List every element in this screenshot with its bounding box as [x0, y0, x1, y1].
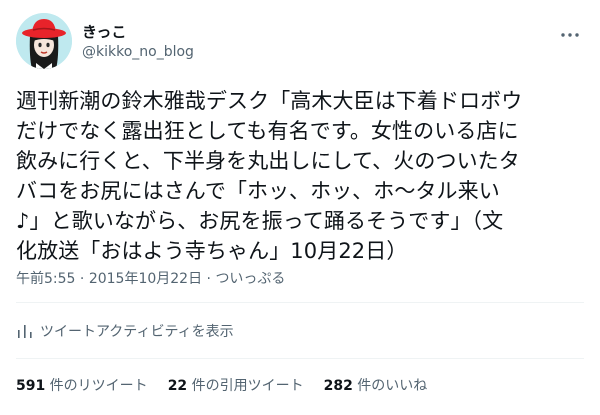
quotes-label: 件の引用ツイート	[187, 378, 304, 394]
activity-label: ツイートアクティビティを表示	[40, 324, 234, 340]
likes-label: 件のいいね	[352, 378, 428, 394]
meta-separator: ·	[202, 271, 216, 287]
avatar[interactable]	[16, 13, 72, 69]
tweet-text: 週刊新潮の鈴木雅哉デスク「高木大臣は下着ドロボウ だけでなく露出狂としても有名で…	[16, 89, 523, 263]
retweets-count: 591	[16, 378, 46, 394]
tweet-time[interactable]: 午前5:55	[16, 271, 75, 287]
user-names: きっこ @kikko_no_blog	[82, 23, 194, 61]
avatar-image	[16, 13, 72, 69]
user-handle[interactable]: @kikko_no_blog	[82, 43, 194, 61]
retweets-label: 件のリツイート	[45, 378, 148, 394]
retweets-stat[interactable]: 591 件のリツイート	[16, 375, 148, 395]
divider	[16, 302, 584, 303]
quotes-stat[interactable]: 22 件の引用ツイート	[168, 375, 304, 395]
bar-chart-icon	[18, 325, 32, 338]
tweet-stats: 591 件のリツイート 22 件の引用ツイート 282 件のいいね	[16, 375, 447, 395]
tweet-detail: きっこ @kikko_no_blog 週刊新潮の鈴木雅哉デスク「高木大臣は下着ド…	[0, 0, 600, 415]
tweet-meta: 午前5:55 · 2015年10月22日 · ついっぷる	[16, 270, 285, 288]
quotes-count: 22	[167, 378, 188, 394]
tweet-header: きっこ @kikko_no_blog	[16, 13, 584, 69]
divider	[16, 358, 584, 359]
view-activity-link[interactable]: ツイートアクティビティを表示	[16, 320, 234, 342]
tweet-source[interactable]: ついっぷる	[215, 271, 285, 287]
likes-count: 282	[323, 378, 353, 394]
meta-separator: ·	[75, 271, 89, 287]
more-options-icon[interactable]	[558, 25, 582, 45]
likes-stat[interactable]: 282 件のいいね	[324, 375, 428, 395]
display-name[interactable]: きっこ	[82, 23, 194, 41]
tweet-date[interactable]: 2015年10月22日	[89, 271, 202, 287]
